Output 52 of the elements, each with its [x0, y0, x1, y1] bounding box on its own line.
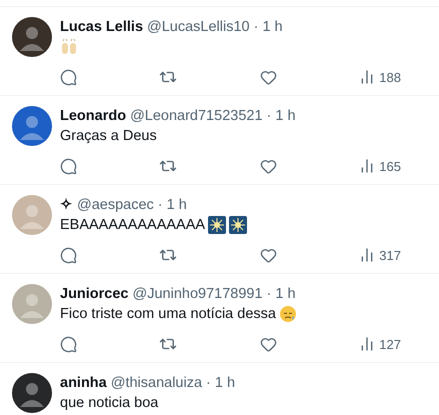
author-handle[interactable]: @thisanaluiza: [110, 373, 202, 393]
like-button[interactable]: [260, 336, 277, 352]
post-time[interactable]: 1 h: [262, 17, 283, 37]
separator-dot: ·: [266, 285, 272, 304]
reply-button[interactable]: [60, 246, 77, 264]
reply-button[interactable]: [60, 68, 77, 86]
fireworks-icon: [229, 216, 248, 234]
author-name[interactable]: Leonardo: [60, 106, 126, 126]
like-button[interactable]: [260, 246, 277, 264]
avatar[interactable]: [12, 373, 52, 413]
author-handle[interactable]: @Juninho97178991: [132, 284, 263, 304]
raised-hands-icon: [60, 38, 78, 56]
avatar[interactable]: [12, 17, 52, 57]
reply-card[interactable]: Juniorcec @Juninho97178991 · 1 h Fico triste com uma notícia dessa 127: [0, 274, 439, 363]
author-handle[interactable]: @LucasLellis10: [147, 17, 250, 37]
author-handle[interactable]: @Leonard71523521: [130, 106, 263, 126]
separator-dot: ·: [266, 107, 272, 126]
reply-card[interactable]: Leonardo @Leonard71523521 · 1 h Graças a Deus 165: [0, 96, 439, 185]
like-button[interactable]: [260, 158, 277, 174]
post-time[interactable]: 1 h: [275, 106, 296, 126]
author-name[interactable]: Lucas Lellis: [60, 17, 144, 37]
views-button[interactable]: 188: [359, 69, 401, 85]
views-button[interactable]: 165: [359, 158, 401, 174]
reply-card[interactable]: Lucas Lellis @LucasLellis10 · 1 h 188: [0, 7, 439, 96]
separator-dot: ·: [254, 18, 258, 37]
author-name[interactable]: Juniorcec: [60, 284, 128, 304]
sad-face-icon: [278, 305, 297, 323]
post-time[interactable]: 1 h: [275, 284, 296, 304]
avatar[interactable]: [12, 106, 52, 146]
views-button[interactable]: 317: [359, 247, 401, 263]
post-time[interactable]: 1 h: [214, 373, 236, 393]
reply-card[interactable]: ✧ @aespacec · 1 h EBAAAAAAAAAAAAA 317: [0, 185, 439, 274]
reply-card[interactable]: aninha @thisanaluiza · 1 h que noticia boa: [0, 363, 439, 415]
reply-text: EBAAAAAAAAAAAAA: [60, 216, 206, 235]
views-icon: [359, 158, 376, 174]
reply-text: Fico triste com uma notícia dessa: [60, 305, 276, 324]
reply-button[interactable]: [60, 158, 77, 174]
separator-dot: ·: [206, 374, 211, 393]
author-handle[interactable]: @aespacec: [77, 195, 154, 215]
reply-text: que noticia boa: [60, 394, 158, 413]
like-button[interactable]: [260, 68, 277, 86]
views-icon: [359, 69, 376, 85]
separator-dot: ·: [158, 196, 163, 215]
views-icon: [359, 336, 376, 352]
post-time[interactable]: 1 h: [166, 195, 187, 215]
views-button[interactable]: 127: [359, 336, 401, 352]
views-icon: [359, 247, 376, 263]
reply-text: Graças a Deus: [60, 127, 157, 146]
reply-button[interactable]: [60, 336, 77, 352]
author-name[interactable]: aninha: [60, 373, 107, 393]
fireworks-icon: [208, 216, 226, 234]
author-name[interactable]: ✧: [60, 195, 73, 215]
